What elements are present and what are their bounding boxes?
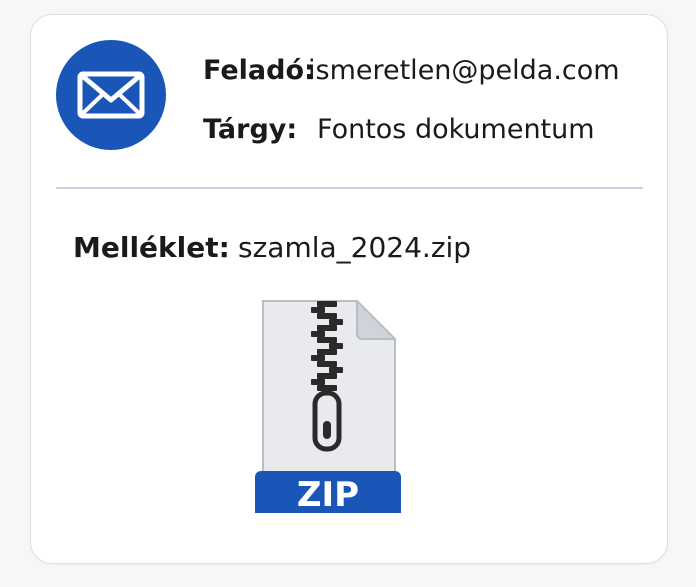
- sender-address[interactable]: ismeretlen@pelda.com: [308, 55, 620, 86]
- attachment-filename[interactable]: szamla_2024.zip: [238, 231, 471, 264]
- envelope-icon: [77, 71, 145, 119]
- subject-label: Tárgy:: [203, 114, 298, 145]
- header-divider: [56, 187, 643, 189]
- subject-row: Tárgy: Fontos dokumentum: [203, 114, 595, 145]
- email-card: Feladó:ismeretlen@pelda.com Tárgy: Fontos…: [30, 14, 668, 564]
- attachment-row: Melléklet: szamla_2024.zip: [73, 231, 471, 264]
- sender-avatar: [56, 40, 166, 150]
- sender-row: Feladó:ismeretlen@pelda.com: [203, 55, 620, 86]
- sender-label: Feladó:: [203, 55, 315, 86]
- zip-file-icon[interactable]: ZIP: [253, 293, 403, 521]
- subject-text: Fontos dokumentum: [317, 114, 595, 145]
- file-type-label: ZIP: [296, 475, 360, 515]
- attachment-label: Melléklet:: [73, 231, 230, 264]
